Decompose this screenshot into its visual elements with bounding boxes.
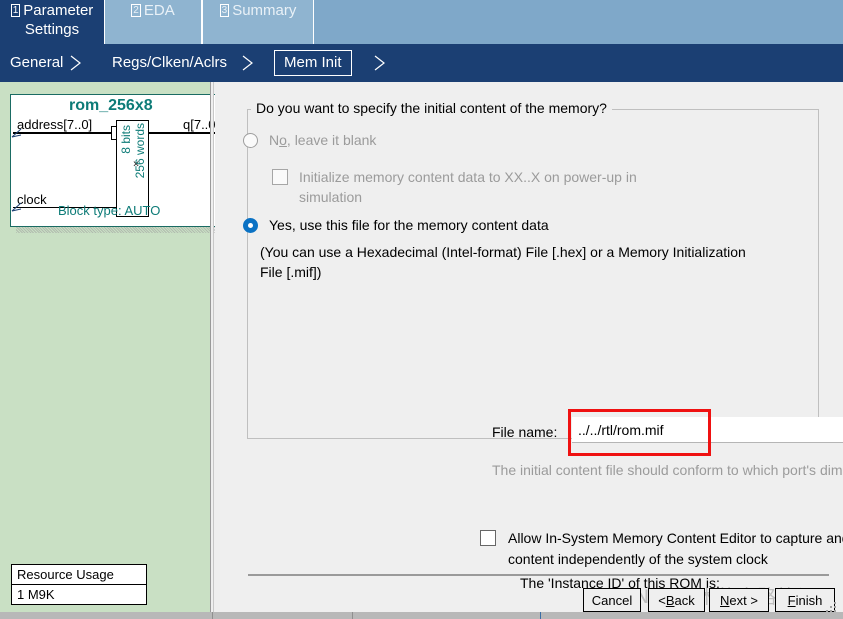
breadcrumb-item-mem-init[interactable]: Mem Init: [274, 50, 352, 76]
diagram-block-type: Block type: AUTO: [58, 203, 161, 218]
mem-init-settings-panel: Do you want to specify the initial conte…: [215, 82, 843, 619]
checkbox-initialize-label: Initialize memory content data to XX..X …: [299, 169, 637, 205]
checkbox-in-system-memory-editor[interactable]: Allow In-System Memory Content Editor to…: [480, 528, 843, 570]
qsys-megawizard-window: 1 Parameter Settings 2 EDA 3 Summary Genera…: [0, 0, 843, 619]
clock-arrow-icon: [11, 202, 22, 212]
resource-usage-value: 1 M9K: [17, 587, 55, 602]
tab-number-1: 1: [10, 4, 21, 17]
cancel-button[interactable]: Cancel: [583, 588, 641, 612]
tab-eda[interactable]: 2 EDA: [104, 0, 202, 44]
checkbox-in-system-label: Allow In-System Memory Content Editor to…: [508, 530, 843, 567]
breadcrumb: General Regs/Clken/Aclrs Mem Init: [0, 44, 843, 82]
radio-no-leave-blank[interactable]: No, leave it blank: [243, 132, 376, 148]
breadcrumb-item-general[interactable]: General: [10, 44, 63, 82]
rom-block-diagram: rom_256x8 8 bits × 256 words address[7..…: [10, 94, 232, 227]
radio-no-label: No, leave it blank: [269, 132, 377, 148]
address-wire: [13, 132, 116, 134]
symbol-preview-panel: rom_256x8 8 bits × 256 words address[7..…: [0, 82, 238, 619]
footer-separator: [248, 574, 829, 576]
port-conform-text: The initial content file should conform …: [492, 462, 843, 478]
tab-parameter-settings-line1: 1 Parameter: [10, 2, 94, 19]
wizard-tabstrip: 1 Parameter Settings 2 EDA 3 Summary: [0, 0, 843, 44]
radio-yes-use-file[interactable]: Yes, use this file for the memory conten…: [243, 217, 549, 233]
chevron-right-icon-3: [372, 55, 388, 71]
checkbox-initialize-indicator: [272, 169, 288, 185]
resource-usage-box: Resource Usage 1 M9K: [11, 564, 147, 605]
status-bar: [0, 612, 843, 619]
tab-number-2: 2: [131, 4, 141, 17]
filename-label: File name:: [492, 424, 558, 440]
diagram-words-label: 256 words: [133, 123, 147, 179]
resource-usage-header: Resource Usage: [12, 565, 146, 585]
diagram-title: rom_256x8: [69, 97, 153, 114]
back-button[interactable]: < Back: [648, 588, 705, 612]
tab-number-3: 3: [219, 4, 230, 17]
radio-yes-label: Yes, use this file for the memory conten…: [269, 217, 549, 233]
filename-annotation-highlight: [568, 409, 711, 456]
radio-yes-indicator: [243, 218, 258, 233]
tab-summary[interactable]: 3 Summary: [202, 0, 314, 44]
address-arrow-icon: [11, 128, 22, 138]
tab-parameter-settings-line2: Settings: [24, 21, 80, 38]
diagram-port-address: address[7..0]: [17, 117, 93, 132]
tab-eda-label: EDA: [143, 2, 175, 19]
groupbox-title: Do you want to specify the initial conte…: [251, 100, 612, 116]
radio-no-indicator: [243, 133, 258, 148]
file-format-hint: (You can use a Hexadecimal (Intel-format…: [260, 244, 746, 280]
tab-summary-label: Summary: [232, 2, 297, 19]
diagram-bits-label: 8 bits: [119, 125, 133, 154]
checkbox-initialize-memory-xx[interactable]: Initialize memory content data to XX..X …: [272, 167, 689, 207]
tab-parameter-settings[interactable]: 1 Parameter Settings: [0, 0, 104, 44]
chevron-right-icon: [68, 55, 84, 71]
chevron-right-icon-2: [240, 55, 256, 71]
panel-splitter[interactable]: [210, 82, 214, 619]
breadcrumb-item-regs-clken-aclrs[interactable]: Regs/Clken/Aclrs: [112, 44, 227, 82]
next-button[interactable]: Next >: [709, 588, 769, 612]
checkbox-in-system-indicator: [480, 530, 496, 546]
